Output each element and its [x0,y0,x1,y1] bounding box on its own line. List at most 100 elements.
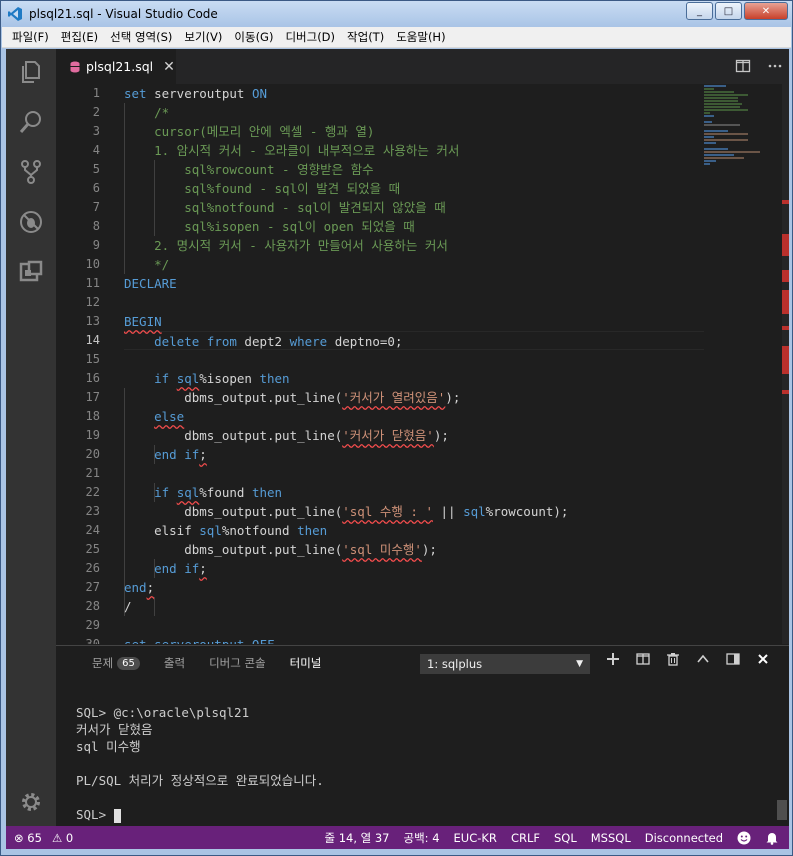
code-token: serveroutput [154,86,252,101]
code-line: 2. 명시적 커서 - 사용자가 만들어서 사용하는 커서 [124,236,704,255]
menu-help[interactable]: 도움말(H) [390,29,451,45]
tab-close-icon[interactable]: ✕ [163,59,175,75]
line-number[interactable]: 2 [56,103,116,122]
trash-icon[interactable] [664,652,682,666]
line-number[interactable]: 26 [56,559,116,578]
tab-problems[interactable]: 문제 65 [92,655,140,671]
line-number[interactable]: 19 [56,426,116,445]
code-line: set serveroutput ON [124,84,704,103]
code-token: ; [199,447,207,462]
close-panel-icon[interactable] [754,652,772,666]
menu-selection[interactable]: 선택 영역(S) [104,29,178,45]
line-number[interactable]: 4 [56,141,116,160]
sql-dialect[interactable]: MSSQL [591,831,631,845]
language-mode[interactable]: SQL [554,831,577,845]
minimize-button[interactable]: _ [686,2,713,20]
line-number[interactable]: 9 [56,236,116,255]
line-number[interactable]: 12 [56,293,116,312]
feedback-smiley-icon[interactable] [737,831,751,845]
new-terminal-icon[interactable] [604,652,622,666]
code-token: / [124,599,132,614]
line-number[interactable]: 5 [56,160,116,179]
tab-debug-console[interactable]: 디버그 콘솔 [209,655,266,671]
connection-status[interactable]: Disconnected [645,831,723,845]
line-number[interactable]: 17 [56,388,116,407]
menu-bar: 파일(F) 편집(E) 선택 영역(S) 보기(V) 이동(G) 디버그(D) … [2,27,791,48]
window-title: plsql21.sql - Visual Studio Code [29,7,218,21]
tab-output[interactable]: 출력 [164,655,185,671]
line-number[interactable]: 8 [56,217,116,236]
line-number[interactable]: 22 [56,483,116,502]
line-number[interactable]: 20 [56,445,116,464]
code-line: cursor(메모리 안에 엑셀 - 행과 열) [124,122,704,141]
maximize-button[interactable]: □ [715,2,742,20]
tab-terminal[interactable]: 터미널 [290,655,322,671]
line-number[interactable]: 28 [56,597,116,616]
code-token: if [154,371,177,386]
terminal-line: SQL> @c:\oracle\plsql21 [76,705,250,720]
line-number[interactable]: 1 [56,84,116,103]
vertical-scrollbar[interactable] [782,84,789,644]
source-control-icon[interactable] [18,159,44,185]
cursor-position[interactable]: 줄 14, 열 37 [324,830,389,846]
line-number[interactable]: 10 [56,255,116,274]
problems-count-badge: 65 [117,656,140,670]
menu-edit[interactable]: 편집(E) [55,29,104,45]
bell-icon[interactable] [765,831,779,845]
chevron-up-icon[interactable] [694,652,712,666]
terminal-prompt: SQL> [76,807,114,822]
split-terminal-icon[interactable] [634,652,652,666]
indentation[interactable]: 공백: 4 [404,830,440,846]
explorer-icon[interactable] [18,59,44,85]
line-number[interactable]: 6 [56,179,116,198]
code-line: if sql%found then [124,483,704,502]
toggle-panel-icon[interactable] [724,652,742,666]
menu-go[interactable]: 이동(G) [228,29,279,45]
menu-tasks[interactable]: 작업(T) [341,29,390,45]
gear-icon[interactable] [20,791,42,813]
line-number[interactable]: 7 [56,198,116,217]
line-number[interactable]: 11 [56,274,116,293]
problems-status[interactable]: ⊗ 65 ⚠ 0 [6,831,73,845]
encoding[interactable]: EUC-KR [454,831,497,845]
terminal-scrollbar[interactable] [777,800,787,820]
line-number[interactable]: 25 [56,540,116,559]
line-number[interactable]: 18 [56,407,116,426]
extensions-icon[interactable] [18,259,44,285]
menu-debug[interactable]: 디버그(D) [279,29,341,45]
menu-file[interactable]: 파일(F) [6,29,55,45]
line-number[interactable]: 3 [56,122,116,141]
terminal-prompt-line[interactable]: SQL> [76,806,766,823]
debug-icon[interactable] [18,209,44,235]
end-of-line[interactable]: CRLF [511,831,540,845]
code-token: sql [176,485,200,500]
line-number[interactable]: 23 [56,502,116,521]
code-token: BEGIN [124,314,162,329]
line-number[interactable]: 15 [56,350,116,369]
line-number[interactable]: 24 [56,521,116,540]
search-icon[interactable] [18,109,44,135]
minimap[interactable] [704,84,774,184]
terminal-output[interactable]: SQL> @c:\oracle\plsql21 커서가 닫혔음 sql 미수행 … [76,704,766,823]
code-editor[interactable]: 1 2 3 4 5 6 7 8 9 10 11 12 13 14 15 16 17 18 19 20 21 22 23 24 2… [56,84,789,644]
terminal-select[interactable]: 1: sqlplus ▼ [420,654,590,674]
line-number[interactable]: 30 [56,635,116,644]
menu-view[interactable]: 보기(V) [178,29,228,45]
close-window-button[interactable]: ✕ [744,2,788,20]
code-line: dbms_output.put_line('커서가 닫혔음'); [124,426,704,445]
more-actions-icon[interactable] [767,58,783,74]
line-number[interactable]: 27 [56,578,116,597]
line-number[interactable]: 16 [56,369,116,388]
error-icon: ⊗ [14,830,24,845]
split-editor-icon[interactable] [735,58,751,74]
line-number[interactable]: 21 [56,464,116,483]
tab-plsql21[interactable]: plsql21.sql ✕ [56,49,176,84]
line-number[interactable]: 13 [56,312,116,331]
line-number[interactable]: 14 [56,331,116,350]
title-bar[interactable]: plsql21.sql - Visual Studio Code _ □ ✕ [1,1,792,27]
line-number[interactable]: 29 [56,616,116,635]
